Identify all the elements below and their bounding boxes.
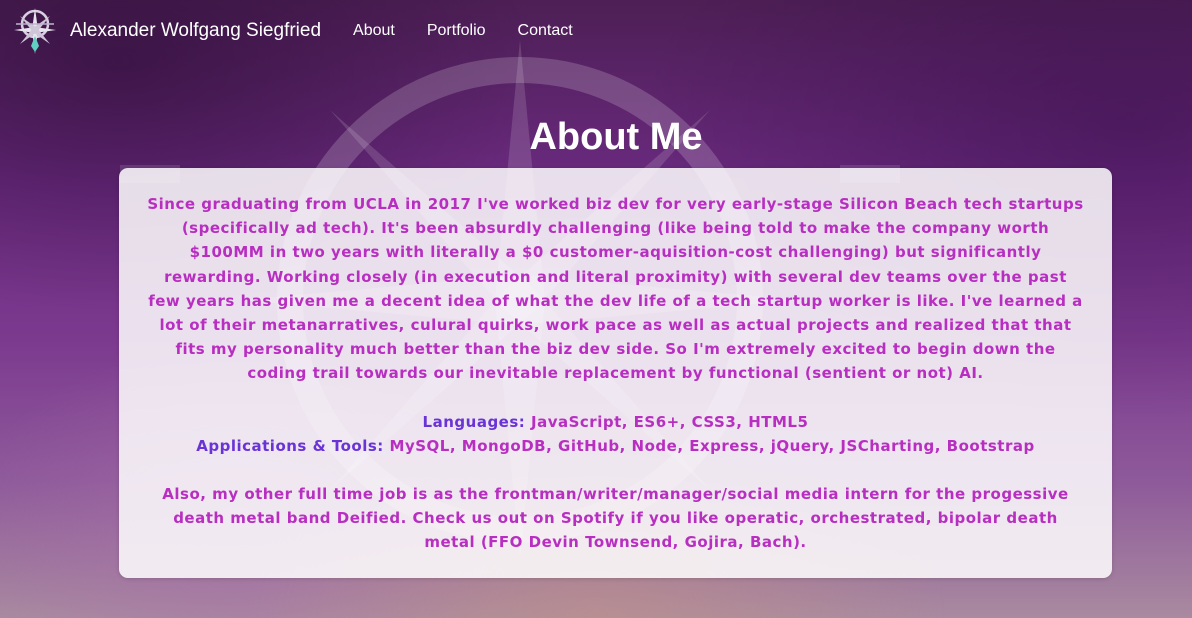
tools-label: Applications & Tools: <box>196 436 384 455</box>
intro-paragraph: Since graduating from UCLA in 2017 I've … <box>147 195 1084 383</box>
band-paragraph: Also, my other full time job is as the f… <box>162 485 1069 552</box>
about-card: Since graduating from UCLA in 2017 I've … <box>119 168 1112 578</box>
page-title: About Me <box>529 116 703 158</box>
sigil-logo-icon <box>14 8 56 54</box>
nav-link-portfolio[interactable]: Portfolio <box>427 22 486 40</box>
tools-value: MySQL, MongoDB, GitHub, Node, Express, j… <box>383 436 1035 455</box>
languages-label: Languages: <box>422 412 526 431</box>
brand-link[interactable]: Alexander Wolfgang Siegfried <box>10 6 321 56</box>
nav-links: About Portfolio Contact <box>353 22 605 40</box>
nav-link-about[interactable]: About <box>353 22 395 40</box>
languages-value: JavaScript, ES6+, CSS3, HTML5 <box>525 412 809 431</box>
brand-name: Alexander Wolfgang Siegfried <box>70 20 322 41</box>
skills-block: Languages: JavaScript, ES6+, CSS3, HTML5… <box>147 410 1084 458</box>
top-navbar: Alexander Wolfgang Siegfried About Portf… <box>0 0 1192 62</box>
nav-link-contact[interactable]: Contact <box>518 22 573 40</box>
